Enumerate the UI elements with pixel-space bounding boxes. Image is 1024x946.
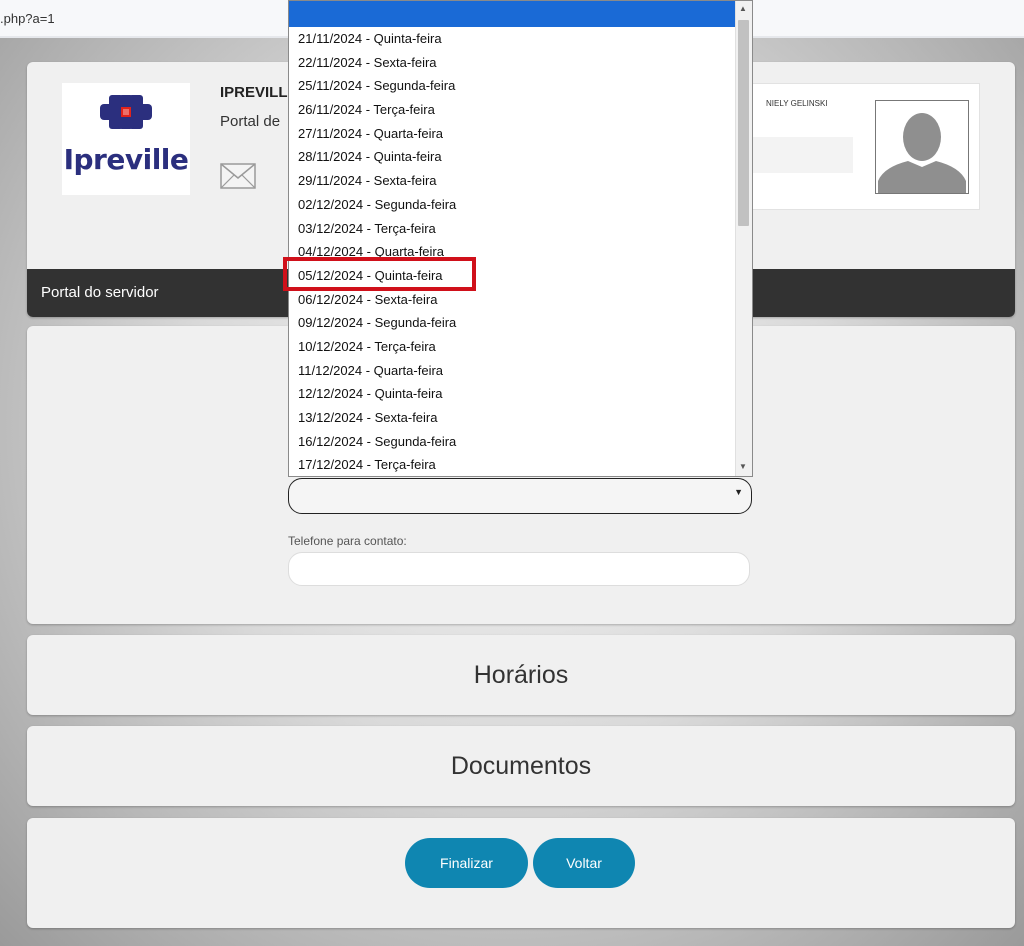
nav-title[interactable]: Portal do servidor [41,284,159,301]
scrollbar-thumb[interactable] [738,20,749,226]
finalizar-button[interactable]: Finalizar [405,838,528,888]
url-text: .php?a=1 [0,11,55,26]
dropdown-option[interactable]: 06/12/2024 - Sexta-feira [289,288,737,312]
ipreville-logo: Ipreville [62,83,190,195]
voltar-button[interactable]: Voltar [533,838,635,888]
mail-icon[interactable] [220,161,256,191]
avatar-icon [875,100,969,194]
horarios-title: Horários [473,660,569,689]
user-name: NIELY GELINSKI [766,99,828,108]
dropdown-option[interactable]: 26/11/2024 - Terça-feira [289,98,737,122]
date-dropdown-list[interactable]: 21/11/2024 - Quinta-feira 22/11/2024 - S… [288,0,753,477]
actions-panel: Finalizar Voltar [27,818,1015,928]
dropdown-option[interactable]: 09/12/2024 - Segunda-feira [289,311,737,335]
org-title: IPREVILL [220,84,288,101]
phone-input[interactable] [288,552,750,586]
dropdown-option-empty-selected[interactable] [289,1,737,27]
documentos-title: Documentos [450,751,592,780]
dropdown-option[interactable]: 22/11/2024 - Sexta-feira [289,51,737,75]
horarios-section[interactable]: Horários [27,635,1015,715]
chevron-down-icon: ▼ [734,487,743,497]
scroll-down-icon[interactable]: ▼ [739,462,747,471]
org-subtitle: Portal de [220,113,281,130]
dropdown-option[interactable]: 27/11/2024 - Quarta-feira [289,122,737,146]
dropdown-option[interactable]: 29/11/2024 - Sexta-feira [289,169,737,193]
dropdown-options: 21/11/2024 - Quinta-feira 22/11/2024 - S… [289,27,737,476]
logo-cross-icon [100,95,152,129]
dropdown-option[interactable]: 11/12/2024 - Quarta-feira [289,359,737,383]
dropdown-option[interactable]: 03/12/2024 - Terça-feira [289,217,737,241]
dropdown-option[interactable]: 16/12/2024 - Segunda-feira [289,430,737,454]
date-select[interactable]: ▼ [288,478,752,514]
dropdown-scrollbar[interactable]: ▲ ▼ [735,1,752,476]
phone-label: Telefone para contato: [288,534,407,548]
dropdown-option[interactable]: 13/12/2024 - Sexta-feira [289,406,737,430]
scroll-up-icon[interactable]: ▲ [739,4,747,13]
documentos-section[interactable]: Documentos [27,726,1015,806]
user-info-field [742,137,853,173]
highlight-annotation-box [283,257,476,291]
dropdown-option[interactable]: 10/12/2024 - Terça-feira [289,335,737,359]
dropdown-option[interactable]: 17/12/2024 - Terça-feira [289,453,737,476]
dropdown-option[interactable]: 12/12/2024 - Quinta-feira [289,382,737,406]
dropdown-option[interactable]: 02/12/2024 - Segunda-feira [289,193,737,217]
dropdown-option[interactable]: 28/11/2024 - Quinta-feira [289,145,737,169]
user-card: NIELY GELINSKI [727,83,980,210]
dropdown-option[interactable]: 25/11/2024 - Segunda-feira [289,74,737,98]
dropdown-option[interactable]: 21/11/2024 - Quinta-feira [289,27,737,51]
logo-text: Ipreville [63,143,189,176]
